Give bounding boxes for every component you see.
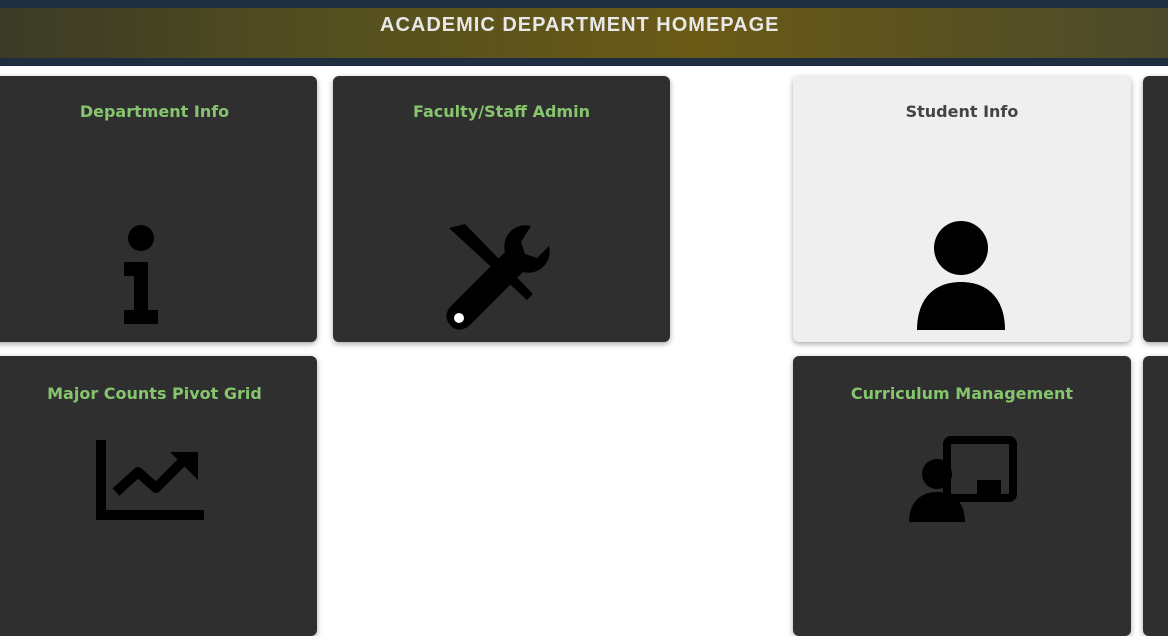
- tile-title: Curriculum Management: [850, 384, 1074, 403]
- user-icon: [911, 220, 1011, 330]
- tile-partial-right-2[interactable]: [1143, 356, 1168, 636]
- tile-curriculum-management[interactable]: Curriculum Management: [793, 356, 1131, 636]
- chart-line-icon: [94, 438, 206, 522]
- chalkboard-user-icon: [907, 434, 1019, 522]
- tools-icon: [443, 222, 555, 332]
- tile-student-info[interactable]: Student Info: [793, 76, 1131, 342]
- tile-major-counts-pivot-grid[interactable]: Major Counts Pivot Grid: [0, 356, 317, 636]
- info-icon: [120, 222, 162, 326]
- header-right-text: [720, 30, 1160, 48]
- tile-department-info[interactable]: Department Info: [0, 76, 317, 342]
- tile-partial-right[interactable]: [1143, 76, 1168, 342]
- tile-title: Department Info: [79, 102, 230, 121]
- page-header: ACADEMIC DEPARTMENT HOMEPAGE: [0, 0, 1168, 66]
- tile-title: Major Counts Pivot Grid: [47, 384, 262, 403]
- tile-faculty-staff-admin[interactable]: Faculty/Staff Admin: [333, 76, 670, 342]
- header-subtitle: [6, 22, 366, 40]
- tile-title: Faculty/Staff Admin: [413, 102, 590, 121]
- tile-title: Student Info: [905, 102, 1019, 121]
